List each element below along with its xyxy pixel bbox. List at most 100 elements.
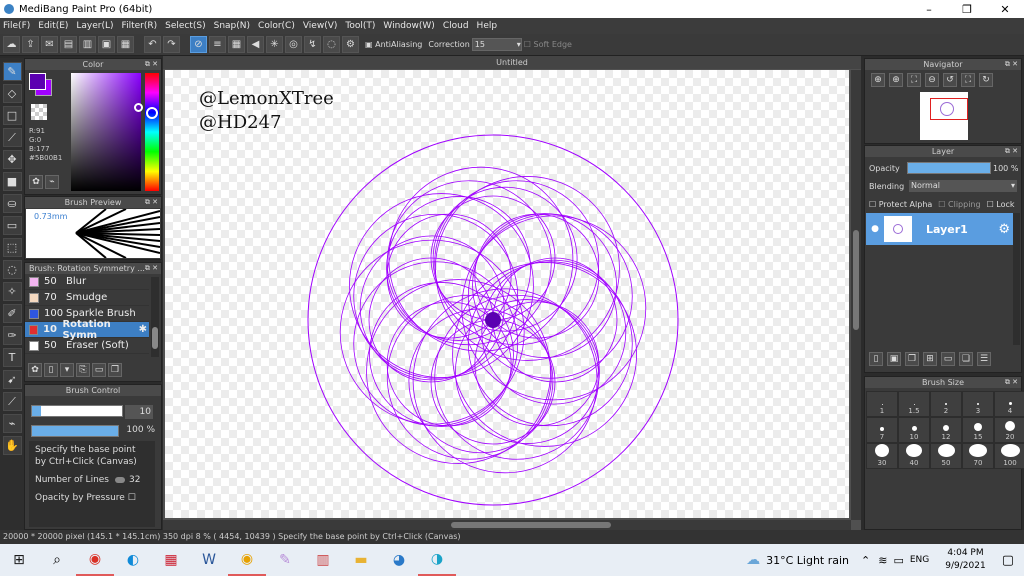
layer-opacity-slider[interactable] [907, 162, 991, 174]
drawing-canvas[interactable]: @LemonXTree @HD247 [165, 70, 849, 518]
magic-wand-tool-icon[interactable]: ✧ [2, 282, 22, 301]
menu-file[interactable]: File(F) [3, 21, 30, 31]
weather-text[interactable]: 31°C Light rain [766, 554, 849, 567]
duplicate-layer-icon[interactable]: ❐ [905, 352, 919, 366]
hue-slider-handle[interactable] [146, 107, 158, 119]
reset-icon[interactable]: ↻ [979, 73, 993, 87]
edge-icon[interactable]: ◐ [114, 544, 152, 576]
network-icon[interactable]: ≋ [878, 554, 887, 567]
panel-controls-icon[interactable]: ⧉ ✕ [145, 197, 158, 208]
brush-tool-icon[interactable]: ✎ [2, 62, 22, 81]
snap-grid-icon[interactable]: ▦ [228, 36, 245, 53]
layer-scrollbar[interactable] [1013, 213, 1020, 345]
windows-start-icon[interactable]: ⊞ [0, 544, 38, 576]
hand-tool-icon[interactable]: ✋ [2, 436, 22, 455]
lock-checkbox[interactable]: ☐ Lock [987, 200, 1015, 209]
message-icon[interactable]: ▤ [60, 36, 77, 53]
panel-controls-icon[interactable]: ⧉ ✕ [145, 263, 158, 274]
snap-settings-icon[interactable]: ⚙ [342, 36, 359, 53]
size-cell-3[interactable]: 3 [962, 391, 994, 417]
opacity-by-pressure-checkbox[interactable]: ☐ [128, 493, 136, 503]
document-tab[interactable]: Untitled [163, 56, 861, 69]
number-of-lines-slider[interactable] [115, 477, 125, 483]
clipping-checkbox[interactable]: ☐ Clipping [938, 200, 980, 209]
menu-help[interactable]: Help [477, 21, 498, 31]
saturation-value-picker[interactable] [71, 73, 143, 191]
eyedropper-icon[interactable]: ⌁ [45, 175, 59, 189]
size-cell-20[interactable]: 20 [994, 417, 1024, 443]
select-tool-icon[interactable]: ⬚ [2, 238, 22, 257]
flip-icon[interactable]: ⛶ [961, 73, 975, 87]
transparent-color-swatch[interactable] [31, 104, 47, 120]
move-tool-icon[interactable]: ✥ [2, 150, 22, 169]
bucket-tool-icon[interactable]: ⛀ [2, 194, 22, 213]
scrollbar-thumb[interactable] [451, 522, 611, 528]
new-layer-icon[interactable]: ▯ [869, 352, 883, 366]
undo-icon[interactable]: ↶ [144, 36, 161, 53]
menu-window[interactable]: Window(W) [383, 21, 434, 31]
battery-icon[interactable]: ▭ [893, 554, 903, 567]
visibility-icon[interactable]: ● [866, 224, 884, 234]
new-color-layer-icon[interactable]: ▣ [887, 352, 901, 366]
panel-controls-icon[interactable]: ⧉ ✕ [145, 59, 158, 70]
size-cell-1[interactable]: 1 [866, 391, 898, 417]
minimize-button[interactable]: – [910, 3, 948, 16]
eyedropper-tool-icon[interactable]: ⌁ [2, 414, 22, 433]
tray-chevron-icon[interactable]: ⌃ [861, 554, 870, 567]
fit-icon[interactable]: ⛶ [907, 73, 921, 87]
menu-edit[interactable]: Edit(E) [38, 21, 68, 31]
duplicate-icon[interactable]: ❐ [108, 363, 122, 377]
notification-icon[interactable]: ▢ [1002, 553, 1014, 568]
redo-icon[interactable]: ↷ [163, 36, 180, 53]
menu-cloud[interactable]: Cloud [443, 21, 469, 31]
word-icon[interactable]: W [190, 544, 228, 576]
merge-layer-icon[interactable]: ❏ [959, 352, 973, 366]
new-brush-icon[interactable]: ▯ [44, 363, 58, 377]
brush-size-slider[interactable] [31, 405, 123, 417]
snap-radial-icon[interactable]: ✳ [266, 36, 283, 53]
ccleaner-icon[interactable]: ◕ [380, 544, 418, 576]
snap-circle-icon[interactable]: ◎ [285, 36, 302, 53]
antialiasing-checkbox[interactable]: ▣ AntiAliasing [365, 40, 422, 49]
size-cell-70[interactable]: 70 [962, 443, 994, 469]
cloud-icon[interactable]: ☁ [3, 36, 20, 53]
fill-rect-tool-icon[interactable]: ■ [2, 172, 22, 191]
opacity-by-pressure-row[interactable]: Opacity by Pressure ☐ [35, 492, 149, 504]
hue-slider[interactable] [145, 73, 159, 191]
text-tool-icon[interactable]: T [2, 348, 22, 367]
chrome-alt-icon[interactable]: ◉ [228, 544, 266, 576]
brush-item-rotation-symmetry[interactable]: 10 Rotation Symm ✱ [25, 319, 149, 341]
canvas-vertical-scrollbar[interactable] [851, 70, 861, 520]
language-indicator[interactable]: ENG [910, 555, 929, 565]
size-cell-15[interactable]: 15 [962, 417, 994, 443]
zoom-out-icon[interactable]: ⊖ [925, 73, 939, 87]
brush-settings-icon[interactable]: ✱ [139, 324, 147, 335]
size-cell-40[interactable]: 40 [898, 443, 930, 469]
zoom-in-alt-icon[interactable]: ⊕ [889, 73, 903, 87]
layer-folder-icon[interactable]: ▭ [941, 352, 955, 366]
palette-icon[interactable]: ✿ [29, 175, 43, 189]
select-eraser-tool-icon[interactable]: ✑ [2, 326, 22, 345]
size-cell-1-5[interactable]: 1.5 [898, 391, 930, 417]
menu-snap[interactable]: Snap(N) [214, 21, 250, 31]
scrollbar-thumb[interactable] [152, 327, 158, 349]
brush-opacity-slider[interactable] [31, 425, 119, 437]
size-cell-4[interactable]: 4 [994, 391, 1024, 417]
correction-select[interactable]: 15 ▾ [471, 38, 522, 51]
size-cell-2[interactable]: 2 [930, 391, 962, 417]
panel-controls-icon[interactable]: ⧉ ✕ [1005, 146, 1018, 157]
close-button[interactable]: ✕ [986, 3, 1024, 16]
file-explorer-icon[interactable]: ▬ [342, 544, 380, 576]
size-cell-30[interactable]: 30 [866, 443, 898, 469]
snap-perspective-icon[interactable]: ◀ [247, 36, 264, 53]
paint-icon[interactable]: ✎ [266, 544, 304, 576]
grid-icon[interactable]: ▦ [117, 36, 134, 53]
snap-off-icon[interactable]: ⊘ [190, 36, 207, 53]
clipchamp-icon[interactable]: ▥ [304, 544, 342, 576]
layer-settings-icon[interactable]: ⚙ [998, 222, 1010, 237]
size-cell-12[interactable]: 12 [930, 417, 962, 443]
soft-edge-checkbox[interactable]: ☐ Soft Edge [524, 40, 572, 49]
foreground-color-swatch[interactable] [29, 73, 46, 90]
size-cell-7[interactable]: 7 [866, 417, 898, 443]
add-layer-menu-icon[interactable]: ⊞ [923, 352, 937, 366]
